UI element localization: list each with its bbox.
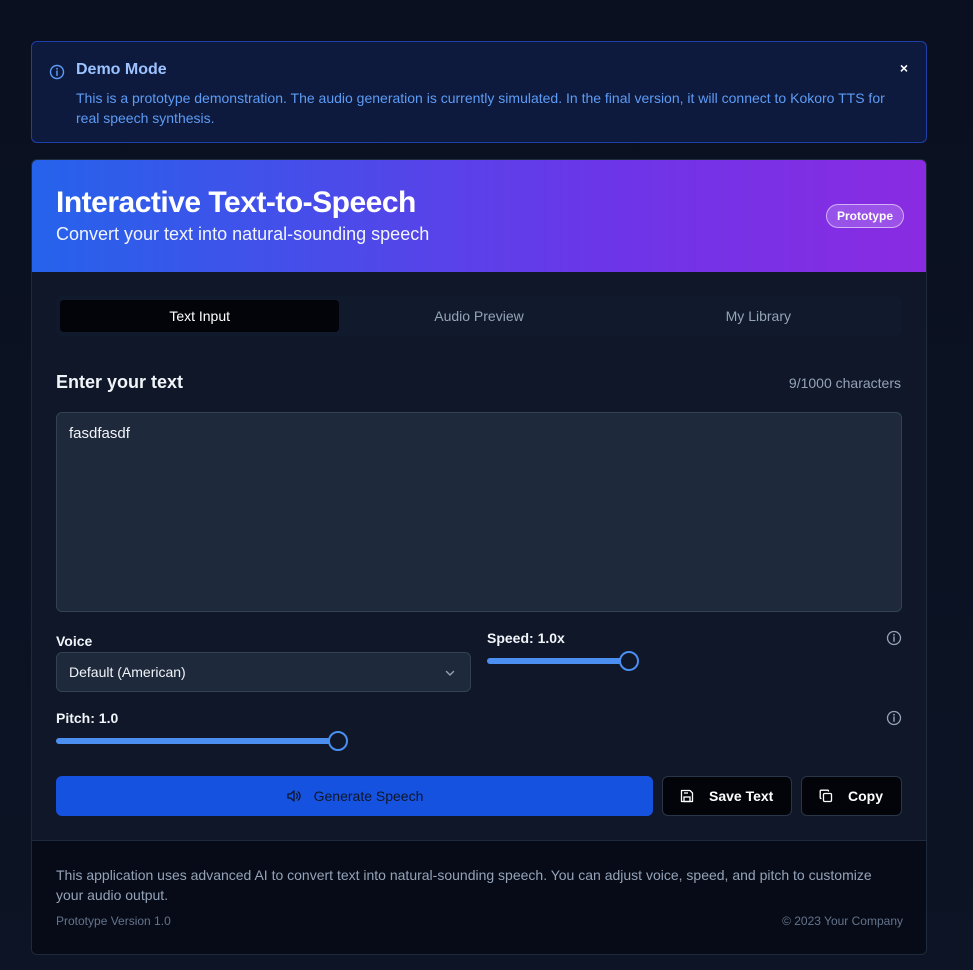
copy-icon (819, 789, 833, 803)
voice-label: Voice (56, 633, 93, 649)
pitch-slider-fill (56, 738, 339, 744)
page-title: Interactive Text-to-Speech (56, 186, 416, 219)
pitch-label: Pitch: 1.0 (56, 710, 119, 726)
tts-card: Interactive Text-to-Speech Convert your … (31, 159, 927, 955)
footer-description: This application uses advanced AI to con… (56, 867, 872, 903)
voice-select[interactable]: Default (American) (56, 652, 471, 692)
tab-text-input[interactable]: Text Input (60, 300, 340, 332)
version-label: Prototype Version 1.0 (56, 914, 171, 928)
copy-button[interactable]: Copy (801, 776, 902, 816)
card-header: Interactive Text-to-Speech Convert your … (32, 160, 926, 272)
speed-slider[interactable] (487, 650, 639, 671)
pitch-slider[interactable] (56, 730, 349, 751)
banner-text: This is a prototype demonstration. The a… (76, 90, 885, 126)
voice-select-value: Default (American) (69, 664, 186, 680)
speaker-icon (286, 790, 301, 802)
speed-slider-thumb[interactable] (618, 651, 639, 671)
speed-slider-fill (487, 658, 629, 664)
copyright-label: © 2023 Your Company (782, 914, 903, 928)
character-count: 9/1000 characters (788, 375, 901, 391)
info-icon (49, 64, 65, 80)
generate-speech-button[interactable]: Generate Speech (56, 776, 653, 816)
card-footer: This application uses advanced AI to con… (32, 840, 926, 954)
section-title: Enter your text (56, 372, 184, 392)
save-text-button[interactable]: Save Text (662, 776, 792, 816)
text-input-area[interactable]: fasdfasdf (56, 412, 902, 612)
speed-label: Speed: 1.0x (487, 630, 565, 646)
prototype-badge: Prototype (825, 204, 904, 228)
tab-audio-preview[interactable]: Audio Preview (339, 300, 618, 332)
save-icon (680, 789, 694, 803)
pitch-slider-thumb[interactable] (328, 731, 349, 751)
demo-mode-banner: Demo Mode This is a prototype demonstrat… (31, 41, 927, 143)
page-subtitle: Convert your text into natural-sounding … (56, 224, 430, 244)
chevron-down-icon (445, 670, 455, 676)
tab-my-library[interactable]: My Library (619, 300, 898, 332)
copy-label: Copy (848, 788, 883, 804)
close-icon[interactable]: × (900, 60, 908, 76)
speed-info-icon[interactable] (886, 630, 902, 646)
banner-title: Demo Mode (76, 61, 167, 78)
tab-bar: Text Input Audio Preview My Library (56, 296, 902, 336)
pitch-info-icon[interactable] (886, 710, 902, 726)
generate-speech-label: Generate Speech (313, 788, 424, 804)
save-text-label: Save Text (709, 788, 774, 804)
